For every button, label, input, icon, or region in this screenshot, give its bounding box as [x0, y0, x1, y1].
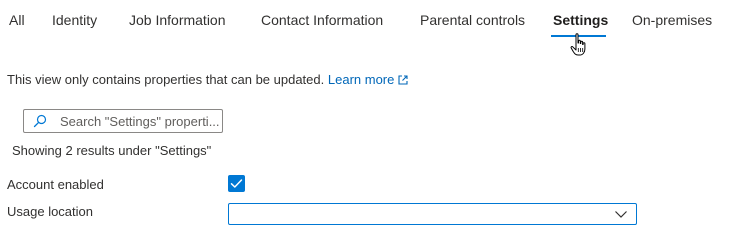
tab-on-premises[interactable]: On-premises	[632, 11, 712, 29]
external-link-icon	[398, 75, 408, 85]
hand-cursor-icon	[570, 33, 586, 56]
tab-settings[interactable]: Settings	[553, 11, 608, 29]
search-icon	[33, 114, 47, 128]
tab-contact-information[interactable]: Contact Information	[261, 11, 383, 29]
usage-location-label: Usage location	[7, 204, 93, 219]
search-input[interactable]	[60, 112, 220, 130]
chevron-down-icon	[615, 211, 627, 218]
tab-job-information[interactable]: Job Information	[129, 11, 226, 29]
learn-more-link[interactable]: Learn more	[328, 72, 408, 87]
tab-parental-controls[interactable]: Parental controls	[420, 11, 525, 29]
results-count: Showing 2 results under "Settings"	[12, 143, 212, 158]
usage-location-dropdown[interactable]	[228, 203, 637, 225]
search-box[interactable]	[23, 109, 223, 133]
account-enabled-label: Account enabled	[7, 177, 104, 192]
info-text: This view only contains properties that …	[7, 72, 325, 87]
account-enabled-checkbox[interactable]	[228, 175, 245, 192]
learn-more-label: Learn more	[327, 72, 395, 87]
tab-bar: All Identity Job Information Contact Inf…	[0, 0, 729, 42]
tab-identity[interactable]: Identity	[52, 11, 97, 29]
checkmark-icon	[230, 179, 243, 188]
tab-all[interactable]: All	[9, 11, 25, 29]
info-message: This view only contains properties that …	[7, 72, 408, 88]
